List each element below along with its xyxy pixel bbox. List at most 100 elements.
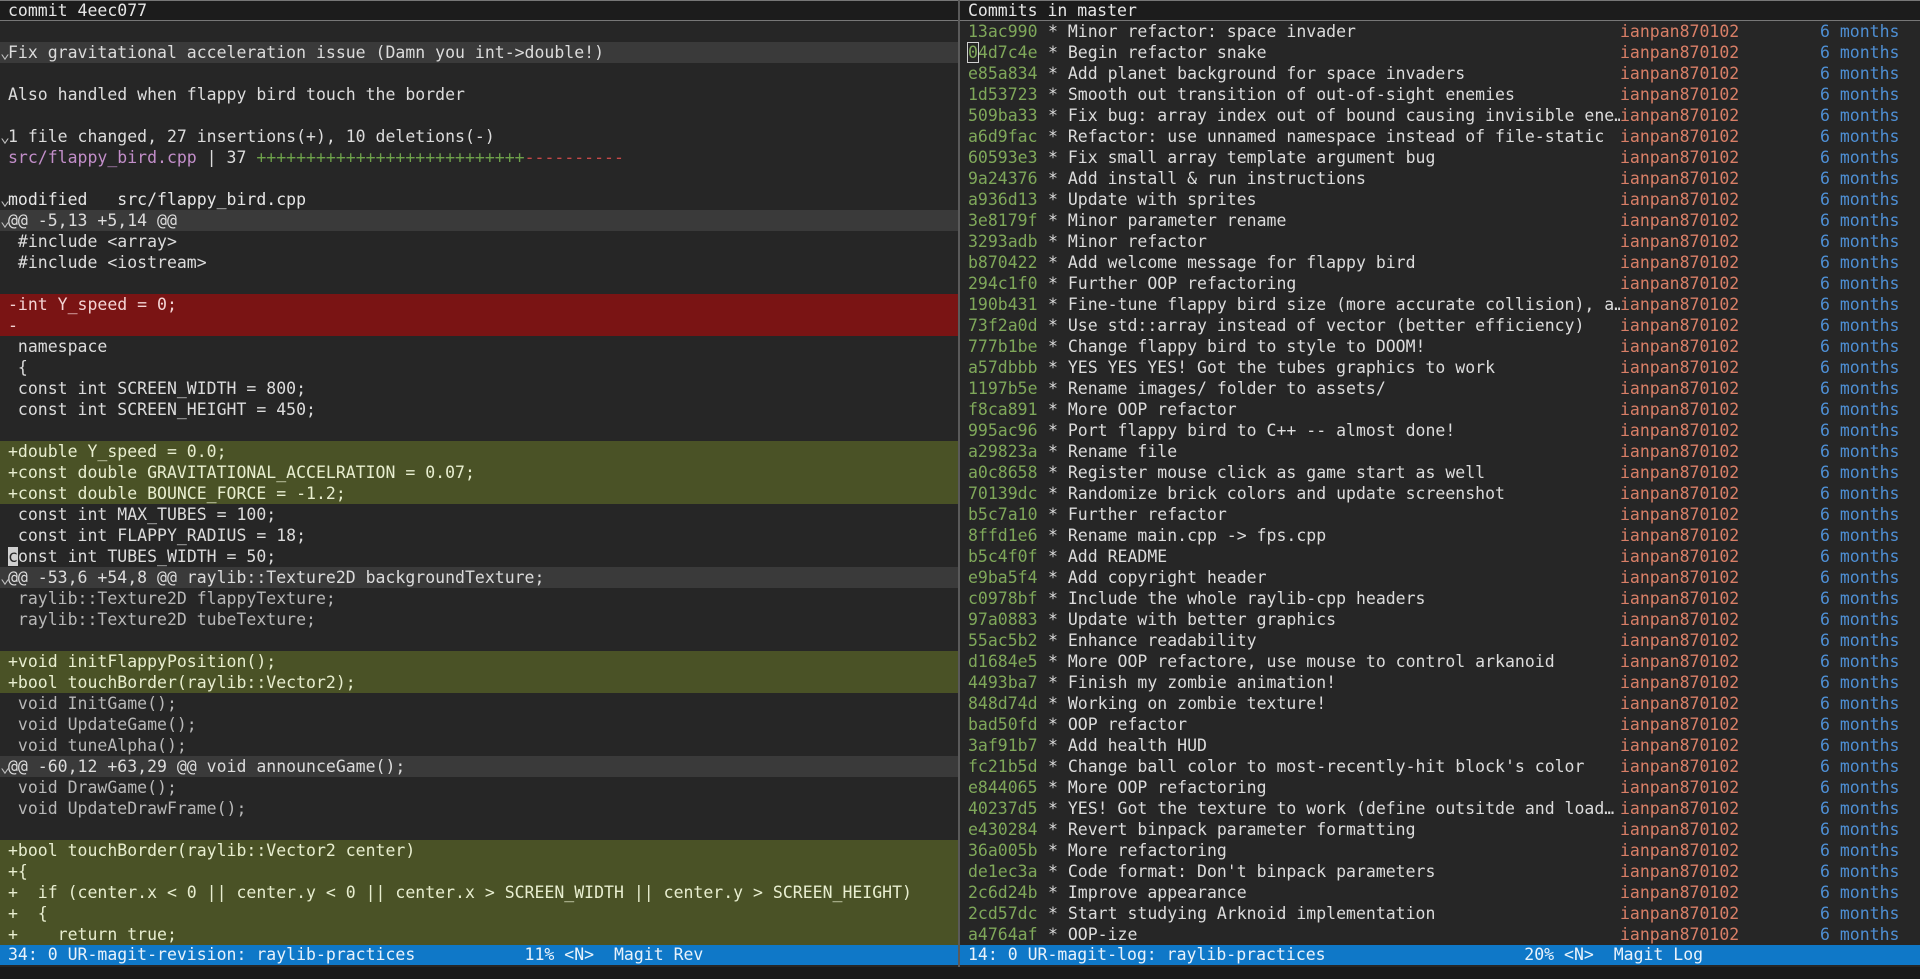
commit-row[interactable]: e430284 * Revert binpack parameter format…	[960, 819, 1920, 840]
diff-added-line[interactable]: +double Y_speed = 0.0;	[0, 441, 958, 462]
diff-line[interactable]: #include <array>	[0, 231, 958, 252]
magit-log-pane[interactable]: Commits in master 13ac990 * Minor refacto…	[958, 0, 1920, 967]
diff-line[interactable]: void tuneAlpha();	[0, 735, 958, 756]
commit-row[interactable]: 97a0883 * Update with better graphics ianp…	[960, 609, 1920, 630]
commit-row[interactable]: 1d53723 * Smooth out transition of out-of…	[960, 84, 1920, 105]
commit-row[interactable]: 777b1be * Change flappy bird to style to …	[960, 336, 1920, 357]
diff-line[interactable]: const int SCREEN_WIDTH = 800;	[0, 378, 958, 399]
commit-row[interactable]: b5c7a10 * Further refactor ianpan870102 6 m…	[960, 504, 1920, 525]
diff-line[interactable]: void DrawGame();	[0, 777, 958, 798]
commit-row[interactable]: 2cd57dc * Start studying Arknoid implemen…	[960, 903, 1920, 924]
diff-line[interactable]: void UpdateDrawFrame();	[0, 798, 958, 819]
diff-line[interactable]: namespace	[0, 336, 958, 357]
diff-line[interactable]	[0, 420, 958, 441]
diff-line[interactable]	[0, 630, 958, 651]
chevron-down-icon[interactable]: ⌄	[0, 567, 10, 588]
commit-row[interactable]: 3293adb * Minor refactor ianpan870102 6 mon…	[960, 231, 1920, 252]
modified-file-line[interactable]: ⌄modified src/flappy_bird.cpp	[0, 189, 958, 210]
diff-line[interactable]: const int TUBES_WIDTH = 50;	[0, 546, 958, 567]
commit-row[interactable]: 13ac990 * Minor refactor: space invader ia…	[960, 21, 1920, 42]
diff-added-line[interactable]: + if (center.x < 0 || center.y < 0 || ce…	[0, 882, 958, 903]
commit-row[interactable]: 3e8179f * Minor parameter rename ianpan870…	[960, 210, 1920, 231]
commit-row[interactable]: 70139dc * Randomize brick colors and upda…	[960, 483, 1920, 504]
commit-row[interactable]: a4764af * OOP-ize ianpan870102 6 months	[960, 924, 1920, 945]
diff-line[interactable]: raylib::Texture2D flappyTexture;	[0, 588, 958, 609]
commit-row[interactable]: 73f2a0d * Use std::array instead of vecto…	[960, 315, 1920, 336]
diff-added-line[interactable]: + return true;	[0, 924, 958, 945]
diff-line[interactable]	[0, 273, 958, 294]
commit-row[interactable]: a29823a * Rename file ianpan870102 6 months	[960, 441, 1920, 462]
commit-row[interactable]: 40237d5 * YES! Got the texture to work (d…	[960, 798, 1920, 819]
commit-row[interactable]: 1197b5e * Rename images/ folder to assets…	[960, 378, 1920, 399]
diff-hunk-header[interactable]: ⌄@@ -53,6 +54,8 @@ raylib::Texture2D bac…	[0, 567, 958, 588]
commit-row[interactable]: e85a834 * Add planet background for space…	[960, 63, 1920, 84]
chevron-down-icon[interactable]: ⌄	[0, 126, 10, 147]
diffstat-summary-line[interactable]: ⌄1 file changed, 27 insertions(+), 10 de…	[0, 126, 958, 147]
commit-row[interactable]: 04d7c4e * Begin refactor snake ianpan87010…	[960, 42, 1920, 63]
diff-added-line[interactable]: + {	[0, 903, 958, 924]
commit-author: ianpan870102	[1620, 567, 1740, 588]
commit-row[interactable]: a57dbbb * YES YES YES! Got the tubes grap…	[960, 357, 1920, 378]
commit-date: 6 months	[1820, 442, 1900, 461]
diff-line[interactable]: const int MAX_TUBES = 100;	[0, 504, 958, 525]
diff-line[interactable]: #include <iostream>	[0, 252, 958, 273]
diff-added-line[interactable]: +{	[0, 861, 958, 882]
commit-row[interactable]: fc21b5d * Change ball color to most-recen…	[960, 756, 1920, 777]
commit-row[interactable]: 55ac5b2 * Enhance readability ianpan870102…	[960, 630, 1920, 651]
commit-row[interactable]: a0c8658 * Register mouse click as game st…	[960, 462, 1920, 483]
commit-row[interactable]: a6d9fac * Refactor: use unnamed namespace…	[960, 126, 1920, 147]
diff-hunk-header[interactable]: ⌄@@ -60,12 +63,29 @@ void announceGame()…	[0, 756, 958, 777]
diff-line-text: +bool touchBorder(raylib::Vector2 center…	[8, 841, 416, 860]
diff-line[interactable]: raylib::Texture2D tubeTexture;	[0, 609, 958, 630]
commit-row[interactable]: d1684e5 * More OOP refactore, use mouse t…	[960, 651, 1920, 672]
diff-added-line[interactable]: +bool touchBorder(raylib::Vector2 center…	[0, 840, 958, 861]
commit-row[interactable]: 8ffd1e6 * Rename main.cpp -> fps.cpp ianpa…	[960, 525, 1920, 546]
diff-line[interactable]	[0, 819, 958, 840]
commit-row[interactable]: e9ba5f4 * Add copyright header ianpan87010…	[960, 567, 1920, 588]
diff-line[interactable]: const int SCREEN_HEIGHT = 450;	[0, 399, 958, 420]
diff-line[interactable]: void InitGame();	[0, 693, 958, 714]
commit-row[interactable]: 509ba33 * Fix bug: array index out of bou…	[960, 105, 1920, 126]
diff-added-line[interactable]: +void initFlappyPosition();	[0, 651, 958, 672]
diff-removed-line[interactable]: -int Y_speed = 0;	[0, 294, 958, 315]
commit-row[interactable]: e844065 * More OOP refactoring ianpan87010…	[960, 777, 1920, 798]
diffstat-file-line[interactable]: src/flappy_bird.cpp | 37 +++++++++++++++…	[0, 147, 958, 168]
commit-row[interactable]: 60593e3 * Fix small array template argume…	[960, 147, 1920, 168]
commit-row[interactable]: 36a005b * More refactoring ianpan870102 6 m…	[960, 840, 1920, 861]
commit-hash: b5c4f0f	[968, 547, 1038, 566]
commit-hash: 190b431	[968, 295, 1038, 314]
commit-row[interactable]: bad50fd * OOP refactor ianpan870102 6 month…	[960, 714, 1920, 735]
commit-row[interactable]: de1ec3a * Code format: Don't binpack para…	[960, 861, 1920, 882]
diff-line[interactable]: {	[0, 357, 958, 378]
commit-row[interactable]: 4493ba7 * Finish my zombie animation! ianp…	[960, 672, 1920, 693]
commit-row[interactable]: 995ac96 * Port flappy bird to C++ -- almo…	[960, 420, 1920, 441]
commit-row[interactable]: 3af91b7 * Add health HUD ianpan870102 6 mon…	[960, 735, 1920, 756]
diff-added-line[interactable]: +const double GRAVITATIONAL_ACCELRATION …	[0, 462, 958, 483]
commit-row[interactable]: b870422 * Add welcome message for flappy …	[960, 252, 1920, 273]
diff-added-line[interactable]: +bool touchBorder(raylib::Vector2);	[0, 672, 958, 693]
minibuffer[interactable]	[0, 967, 1920, 979]
magit-revision-pane[interactable]: commit 4eec077 ⌄Fix gravitational accele…	[0, 0, 958, 967]
commit-date: 6 months	[1820, 799, 1900, 818]
chevron-down-icon[interactable]: ⌄	[0, 210, 10, 231]
commit-row[interactable]: a936d13 * Update with sprites ianpan870102…	[960, 189, 1920, 210]
commit-message-line[interactable]: ⌄Fix gravitational acceleration issue (D…	[0, 42, 958, 63]
commit-row[interactable]: 2c6d24b * Improve appearance ianpan870102 6…	[960, 882, 1920, 903]
diff-line[interactable]: const int FLAPPY_RADIUS = 18;	[0, 525, 958, 546]
commit-row[interactable]: 294c1f0 * Further OOP refactoring ianpan87…	[960, 273, 1920, 294]
commit-row[interactable]: b5c4f0f * Add README ianpan870102 6 months	[960, 546, 1920, 567]
commit-row[interactable]: f8ca891 * More OOP refactor ianpan870102 6 …	[960, 399, 1920, 420]
diff-hunk-header[interactable]: ⌄@@ -5,13 +5,14 @@	[0, 210, 958, 231]
diffstat-file[interactable]: src/flappy_bird.cpp	[8, 148, 197, 167]
commit-row[interactable]: 190b431 * Fine-tune flappy bird size (mor…	[960, 294, 1920, 315]
chevron-down-icon[interactable]: ⌄	[0, 189, 10, 210]
chevron-down-icon[interactable]: ⌄	[0, 756, 10, 777]
commit-row[interactable]: 848d74d * Working on zombie texture! ianpa…	[960, 693, 1920, 714]
commit-row[interactable]: 9a24376 * Add install & run instructions i…	[960, 168, 1920, 189]
chevron-down-icon[interactable]: ⌄	[0, 42, 10, 63]
diff-removed-line[interactable]: -	[0, 315, 958, 336]
commit-row[interactable]: c0978bf * Include the whole raylib-cpp he…	[960, 588, 1920, 609]
diff-added-line[interactable]: +const double BOUNCE_FORCE = -1.2;	[0, 483, 958, 504]
diff-line[interactable]: void UpdateGame();	[0, 714, 958, 735]
commit-hash: a0c8658	[968, 463, 1038, 482]
